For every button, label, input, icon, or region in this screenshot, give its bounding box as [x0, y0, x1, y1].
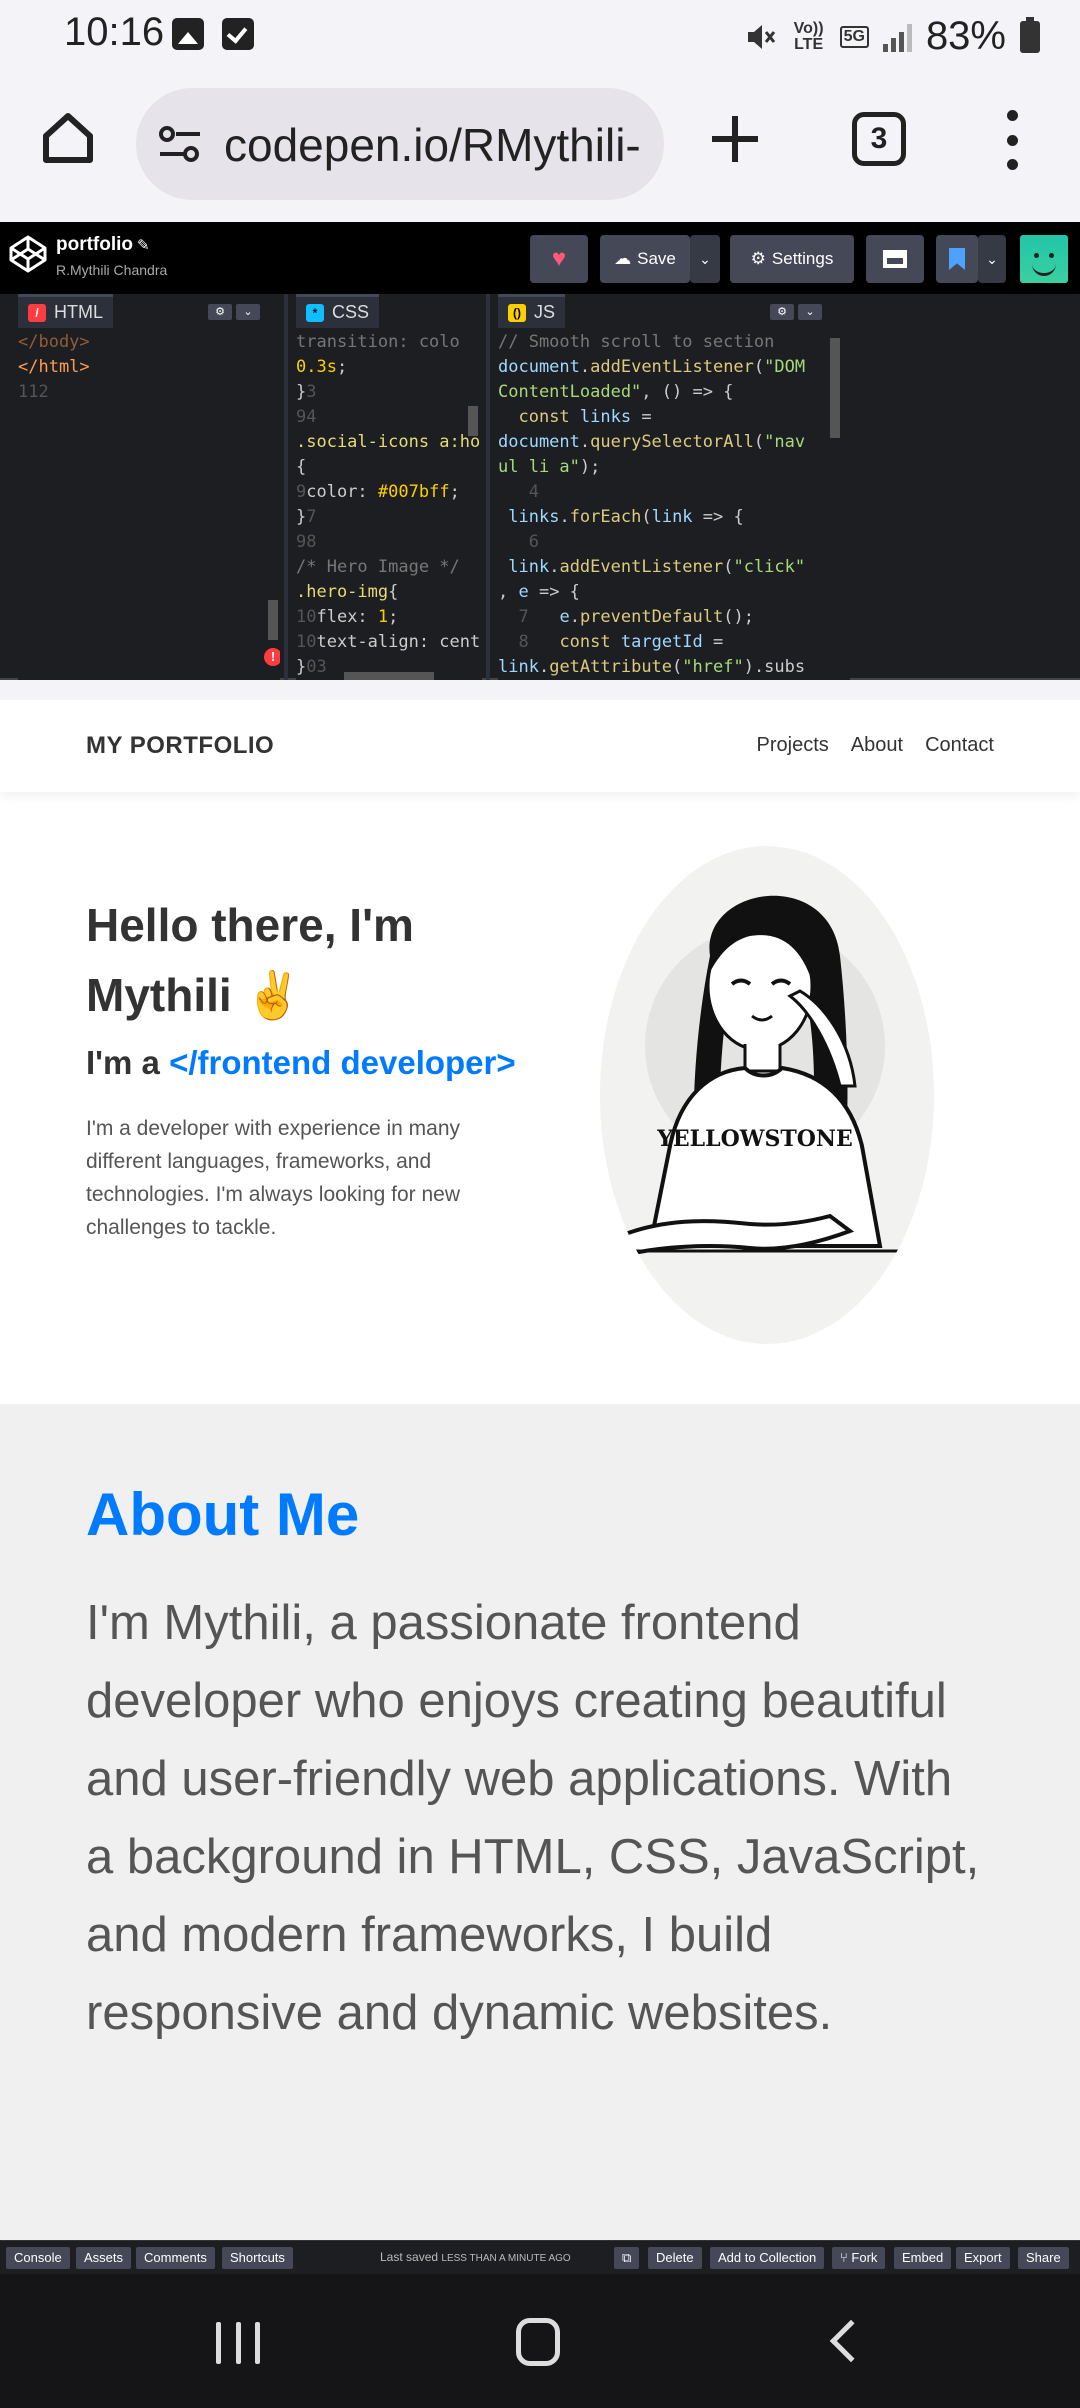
- js-pane-controls[interactable]: ⚙ ⌄: [770, 304, 822, 320]
- volte-label: Vo)) LTE: [793, 19, 824, 53]
- pen-author[interactable]: R.Mythili Chandra: [56, 262, 167, 278]
- codepen-header: portfolio ✎ R.Mythili Chandra ♥ ☁ Save ⌄ …: [0, 222, 1080, 294]
- js-badge-icon: (): [508, 303, 526, 322]
- html-badge-icon: /: [28, 303, 46, 322]
- assets-button[interactable]: Assets: [76, 2247, 132, 2269]
- delete-button[interactable]: Delete: [648, 2247, 702, 2269]
- js-code[interactable]: // Smooth scroll to section document.add…: [498, 330, 805, 680]
- shortcuts-button[interactable]: Shortcuts: [222, 2247, 293, 2269]
- gear-icon: ⚙: [750, 249, 766, 268]
- home-icon[interactable]: [38, 108, 98, 168]
- pin-button[interactable]: [936, 235, 978, 283]
- status-time: 10:16: [64, 10, 165, 54]
- external-link-icon: ⧉: [622, 2250, 632, 2265]
- about-text: I'm Mythili, a passionate frontend devel…: [86, 1596, 980, 2040]
- tab-js[interactable]: () JS: [498, 294, 566, 328]
- browser-toolbar: codepen.io/RMythili- 3: [0, 72, 1080, 222]
- fork-button[interactable]: ⑂ Fork: [832, 2247, 886, 2269]
- comments-button[interactable]: Comments: [136, 2247, 215, 2269]
- open-external-button[interactable]: ⧉: [614, 2247, 640, 2269]
- nav-link-about[interactable]: About: [851, 734, 903, 757]
- battery-icon: [1020, 16, 1040, 53]
- site-logo[interactable]: MY PORTFOLIO: [86, 732, 274, 760]
- battery-percent: 83%: [925, 14, 1006, 58]
- save-options-dropdown[interactable]: ⌄: [690, 235, 720, 283]
- save-button[interactable]: ☁ Save: [600, 235, 690, 283]
- heart-icon: ♥: [551, 245, 567, 272]
- signal-icon: [882, 22, 912, 52]
- edit-title-icon[interactable]: ✎: [137, 237, 150, 254]
- codepen-logo-icon[interactable]: [8, 234, 48, 274]
- css-vertical-scrollbar[interactable]: [468, 406, 478, 436]
- change-view-button[interactable]: [866, 235, 924, 283]
- html-pane-controls[interactable]: ⚙ ⌄: [208, 304, 260, 320]
- js-scrollbar[interactable]: [830, 338, 840, 438]
- gallery-notification-icon: [172, 18, 204, 50]
- new-tab-icon[interactable]: [710, 114, 760, 164]
- css-pane[interactable]: * CSS transition: colo 0.3s; }3 94 .soci…: [296, 294, 482, 680]
- girl-illustration-icon: YELLOWSTONE: [600, 895, 934, 1259]
- system-navigation-bar: [0, 2274, 1080, 2408]
- site-settings-icon[interactable]: [158, 124, 202, 164]
- codepen-footer: Console Assets Comments Shortcuts Last s…: [0, 2240, 1080, 2274]
- cloud-icon: ☁: [614, 249, 632, 268]
- hero-role-accent: </frontend developer>: [169, 1044, 516, 1081]
- task-notification-icon: [222, 18, 254, 50]
- tab-switcher-button[interactable]: 3: [852, 112, 906, 166]
- avatar[interactable]: [1020, 235, 1068, 283]
- code-editor: / HTML ⚙ ⌄ </body> </html> 112 ! * CSS tr…: [0, 294, 1080, 680]
- status-bar: 10:16 Vo)) LTE 5G 83%: [0, 0, 1080, 72]
- error-icon[interactable]: !: [264, 648, 280, 666]
- hero-greeting: Hello there, I'm Mythili ✌️: [86, 899, 414, 1021]
- more-options-icon[interactable]: [1002, 110, 1022, 170]
- css-code[interactable]: transition: colo 0.3s; }3 94 .social-ico…: [296, 330, 480, 680]
- css-horizontal-scrollbar[interactable]: [344, 672, 434, 680]
- shirt-text: YELLOWSTONE: [656, 1126, 853, 1152]
- pen-title[interactable]: portfolio ✎: [56, 234, 150, 256]
- pane-resize-handle[interactable]: [284, 294, 288, 680]
- recent-apps-icon[interactable]: [216, 2322, 260, 2364]
- network-label: 5G: [839, 25, 869, 48]
- about-section: About Me I'm Mythili, a passionate front…: [0, 1404, 1080, 2240]
- fork-icon: ⑂: [840, 2250, 852, 2265]
- mute-icon: [747, 24, 775, 49]
- nav-link-projects[interactable]: Projects: [757, 734, 829, 757]
- export-button[interactable]: Export: [956, 2247, 1010, 2269]
- html-pane[interactable]: / HTML ⚙ ⌄ </body> </html> 112 !: [18, 294, 280, 680]
- settings-button[interactable]: ⚙ Settings: [730, 235, 854, 283]
- home-nav-icon[interactable]: [516, 2318, 560, 2366]
- last-saved-status: Last saved LESS THAN A MINUTE AGO: [380, 2250, 571, 2264]
- bookmark-icon: [949, 248, 965, 270]
- share-button[interactable]: Share: [1018, 2247, 1069, 2269]
- tab-html[interactable]: / HTML: [18, 294, 113, 328]
- html-code[interactable]: </body> </html> 112: [18, 330, 90, 405]
- pin-options-dropdown[interactable]: ⌄: [978, 235, 1006, 283]
- hero-description: I'm a developer with experience in many …: [86, 1117, 461, 1239]
- pane-resize-handle-2[interactable]: [486, 294, 490, 680]
- css-badge-icon: *: [306, 303, 324, 322]
- url-text[interactable]: codepen.io/RMythili-: [224, 118, 641, 172]
- site-navbar: MY PORTFOLIO Projects About Contact: [0, 700, 1080, 792]
- hero-role: I'm a </frontend developer>: [86, 1044, 516, 1081]
- nav-link-contact[interactable]: Contact: [925, 734, 994, 757]
- html-scrollbar[interactable]: [268, 600, 278, 640]
- embed-button[interactable]: Embed: [894, 2247, 952, 2269]
- hero-portrait-image: YELLOWSTONE: [600, 846, 934, 1344]
- layout-icon: [883, 250, 907, 268]
- pen-preview: MY PORTFOLIO Projects About Contact Hell…: [0, 700, 1080, 2240]
- console-button[interactable]: Console: [6, 2247, 70, 2269]
- tab-css[interactable]: * CSS: [296, 294, 380, 328]
- back-icon[interactable]: [829, 2319, 873, 2363]
- js-pane[interactable]: () JS ⚙ ⌄ // Smooth scroll to section doc…: [498, 294, 850, 680]
- about-title: About Me: [86, 1481, 360, 1548]
- add-to-collection-button[interactable]: Add to Collection: [710, 2247, 825, 2269]
- like-button[interactable]: ♥: [530, 235, 588, 283]
- address-bar[interactable]: codepen.io/RMythili-: [136, 88, 664, 200]
